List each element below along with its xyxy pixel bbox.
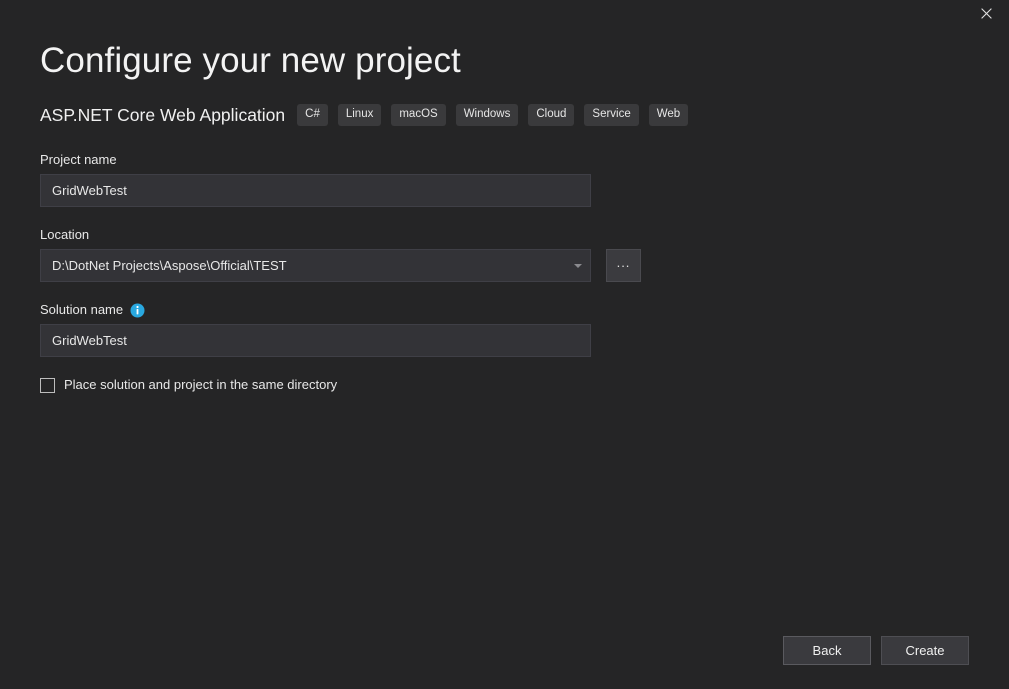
tag-macos: macOS: [391, 103, 446, 127]
project-configuration-form: Project name Location ... Solution name: [40, 152, 969, 393]
project-name-label-text: Project name: [40, 152, 117, 167]
project-name-input[interactable]: [40, 174, 591, 207]
solution-name-label-text: Solution name: [40, 302, 124, 317]
create-button[interactable]: Create: [881, 636, 969, 665]
template-summary-row: ASP.NET Core Web Application C# Linux ma…: [40, 103, 969, 127]
location-row: ...: [40, 249, 969, 282]
tag-list: C# Linux macOS Windows Cloud Service Web: [297, 103, 698, 127]
project-name-label: Project name: [40, 152, 969, 168]
location-input[interactable]: [40, 249, 591, 282]
same-directory-label: Place solution and project in the same d…: [64, 377, 338, 392]
browse-button[interactable]: ...: [606, 249, 641, 282]
same-directory-row[interactable]: Place solution and project in the same d…: [40, 377, 337, 393]
footer-buttons: Back Create: [783, 636, 969, 665]
tag-service: Service: [584, 103, 639, 127]
location-label-text: Location: [40, 227, 90, 242]
close-icon: [980, 7, 992, 19]
page-title: Configure your new project: [40, 41, 461, 80]
close-button[interactable]: [963, 0, 1009, 26]
template-name: ASP.NET Core Web Application: [40, 105, 286, 125]
solution-name-label: Solution name: [40, 302, 969, 318]
location-combobox[interactable]: [40, 249, 591, 282]
dialog-content: Configure your new project ASP.NET Core …: [40, 0, 969, 689]
tag-web: Web: [648, 103, 689, 127]
tag-windows: Windows: [455, 103, 519, 127]
chevron-down-icon[interactable]: [574, 263, 582, 268]
location-label: Location: [40, 227, 969, 243]
back-button[interactable]: Back: [783, 636, 871, 665]
tag-csharp: C#: [297, 103, 328, 127]
same-directory-checkbox[interactable]: [40, 377, 55, 393]
solution-name-input[interactable]: [40, 324, 591, 357]
tag-cloud: Cloud: [528, 103, 575, 127]
tag-linux: Linux: [337, 103, 382, 127]
info-icon[interactable]: [130, 303, 145, 318]
